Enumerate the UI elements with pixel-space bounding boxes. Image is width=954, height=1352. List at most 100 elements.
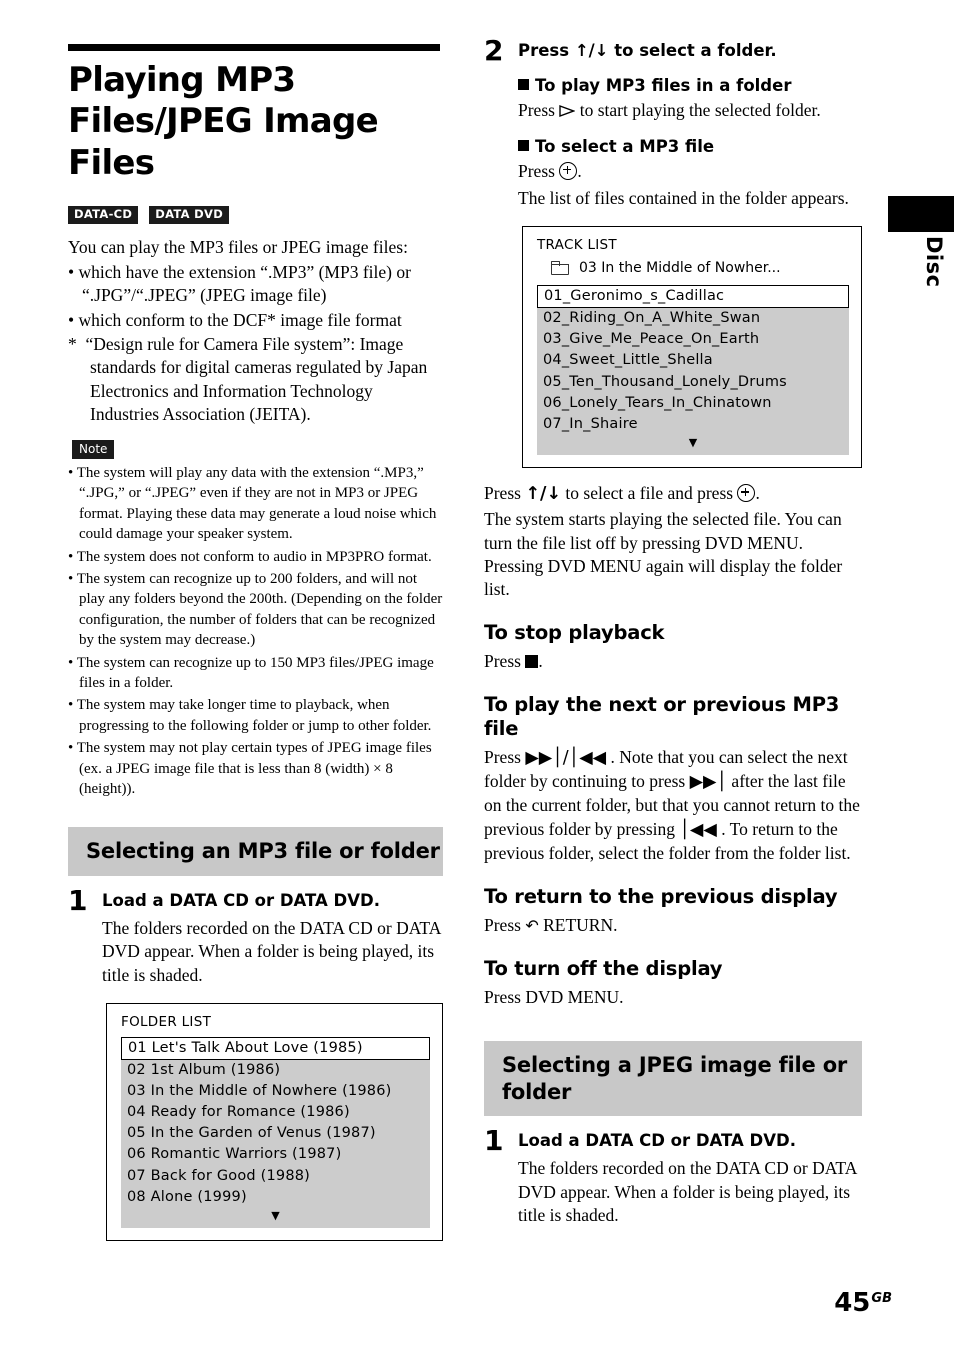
step-number: 2 <box>484 34 504 67</box>
heading-turn-off-display: To turn off the display <box>484 957 723 981</box>
step-title-prefix: Press <box>518 41 575 60</box>
bullet-square-icon <box>518 140 529 152</box>
text-after: . <box>577 160 582 181</box>
text-after: RETURN. <box>538 915 618 936</box>
section-heading-jpeg: Selecting a JPEG image file or folder <box>484 1041 862 1116</box>
return-icon: ↶ <box>525 916 539 936</box>
subhead-select-mp3-text2: The list of files contained in the folde… <box>518 187 849 208</box>
note-list: The system will play any data with the e… <box>68 463 443 799</box>
track-list-row-selected[interactable]: 01_Geronimo_s_Cadillac <box>537 285 849 309</box>
stop-icon <box>525 655 539 669</box>
text-after: . <box>755 482 760 503</box>
step-text: The folders recorded on the DATA CD or D… <box>102 917 441 985</box>
subhead-play-mp3-files: To play MP3 files in a folder <box>518 75 862 96</box>
note-item: The system can recognize up to 150 MP3 f… <box>68 653 443 694</box>
track-list-row[interactable]: 06_Lonely_Tears_In_Chinatown <box>537 393 849 414</box>
folder-list-row[interactable]: 08 Alone (1999) <box>121 1187 430 1208</box>
text-before: Press <box>518 160 560 181</box>
subhead-select-mp3-text: Press . <box>518 160 862 183</box>
thumb-tab-marker <box>888 196 954 232</box>
step-number: 1 <box>68 883 88 917</box>
track-list-row[interactable]: 02_Riding_On_A_White_Swan <box>537 308 849 329</box>
enter-button-icon <box>737 483 756 502</box>
folder-list-row[interactable]: 04 Ready for Romance (1986) <box>121 1102 430 1123</box>
subhead-play-mp3-text: Press to start playing the selected fold… <box>518 99 862 122</box>
step-title: Load a DATA CD or DATA DVD. <box>518 1130 796 1150</box>
text-after: . <box>538 651 543 672</box>
track-list-row[interactable]: 03_Give_Me_Peace_On_Earth <box>537 329 849 350</box>
subhead-select-mp3-file: To select a MP3 file <box>518 136 862 157</box>
intro-bullets: which have the extension “.MP3” (MP3 fil… <box>68 261 443 332</box>
track-list-row[interactable]: 07_In_Shaire <box>537 414 849 435</box>
to-return-text: Press ↶ RETURN. <box>484 914 862 937</box>
page-number-suffix: GB <box>871 1291 892 1306</box>
heading-return-previous-display: To return to the previous display <box>484 885 838 909</box>
mp3-step-2: 2 Press ↑/↓ to select a folder. To play … <box>484 34 862 214</box>
right-column: 2 Press ↑/↓ to select a folder. To play … <box>484 34 862 1239</box>
after-track-line1: Press ↑/↓ to select a file and press . <box>484 482 862 506</box>
folder-list-row[interactable]: 03 In the Middle of Nowhere (1986) <box>121 1081 430 1102</box>
section-heading-mp3: Selecting an MP3 file or folder <box>68 827 443 876</box>
folder-list-caption: FOLDER LIST <box>121 1013 212 1030</box>
intro-footnote: * “Design rule for Camera File system”: … <box>68 333 428 424</box>
text-1: Press <box>484 746 526 767</box>
to-next-prev-text: Press ▶▶│/│◀◀ . Note that you can select… <box>484 746 862 865</box>
to-turn-off-text: Press DVD MENU. <box>484 987 624 1008</box>
next-icon: ▶▶│ <box>689 772 728 793</box>
scroll-down-arrow-icon[interactable]: ▼ <box>537 435 849 453</box>
scroll-down-arrow-icon[interactable]: ▼ <box>121 1208 430 1226</box>
heading-to-stop-playback: To stop playback <box>484 621 665 645</box>
step-title-suffix: to select a folder. <box>608 41 777 60</box>
step-number: 1 <box>484 1123 504 1157</box>
folder-list-rows: 01 Let's Talk About Love (1985) 02 1st A… <box>121 1036 430 1228</box>
page-number-value: 45 <box>834 1288 871 1318</box>
text-after: to start playing the selected folder. <box>575 99 821 120</box>
previous-icon: │◀◀ <box>679 819 717 840</box>
folder-list-row[interactable]: 02 1st Album (1986) <box>121 1060 430 1081</box>
folder-list-row[interactable]: 05 In the Garden of Venus (1987) <box>121 1123 430 1144</box>
text-before: Press <box>484 915 526 936</box>
title-rule <box>68 44 440 51</box>
subhead-label: To select a MP3 file <box>535 137 715 157</box>
jpeg-step-1: 1 Load a DATA CD or DATA DVD. The folder… <box>484 1123 862 1231</box>
heading-next-previous-mp3: To play the next or previous MP3 file <box>484 693 840 741</box>
badge-data-cd: DATA-CD <box>68 206 139 224</box>
note-item: The system may not play certain types of… <box>68 738 443 799</box>
intro-bullet-1: which have the extension “.MP3” (MP3 fil… <box>68 261 443 308</box>
folder-list-row[interactable]: 07 Back for Good (1988) <box>121 1166 430 1187</box>
folder-list-row[interactable]: 06 Romantic Warriors (1987) <box>121 1144 430 1165</box>
intro-lead: You can play the MP3 files or JPEG image… <box>68 236 408 257</box>
track-list-screen: TRACK LIST 03 In the Middle of Nowher...… <box>522 226 862 468</box>
media-badges: DATA-CD DATA DVD <box>68 206 443 224</box>
mp3-step-1: 1 Load a DATA CD or DATA DVD. The folder… <box>68 883 443 991</box>
text-mid: to select a file and press <box>561 482 738 503</box>
note-item: The system can recognize up to 200 folde… <box>68 569 443 651</box>
to-stop-text: Press . <box>484 650 862 673</box>
track-list-row[interactable]: 05_Ten_Thousand_Lonely_Drums <box>537 372 849 393</box>
play-icon <box>559 101 576 117</box>
bullet-square-icon <box>518 79 529 91</box>
step-title: Load a DATA CD or DATA DVD. <box>102 890 380 910</box>
step-text: The folders recorded on the DATA CD or D… <box>518 1158 857 1225</box>
track-list-rows: 01_Geronimo_s_Cadillac 02_Riding_On_A_Wh… <box>537 285 849 455</box>
updown-arrows-icon: ↑/↓ <box>574 41 609 60</box>
track-list-row[interactable]: 04_Sweet_Little_Shella <box>537 350 849 371</box>
note-item: The system will play any data with the e… <box>68 463 443 545</box>
page-title: Playing MP3 Files/JPEG Image Files <box>68 60 379 183</box>
folder-line-label: 03 In the Middle of Nowher... <box>579 260 781 277</box>
folder-icon <box>551 261 569 276</box>
updown-arrows-icon: ↑/↓ <box>525 483 562 504</box>
text-before: Press <box>518 99 560 120</box>
track-list-folder-line: 03 In the Middle of Nowher... <box>551 260 849 276</box>
badge-data-dvd: DATA DVD <box>149 206 230 224</box>
note-item: The system does not conform to audio in … <box>68 547 443 567</box>
folder-list-row-selected[interactable]: 01 Let's Talk About Love (1985) <box>121 1036 430 1060</box>
text-before: Press <box>484 651 526 672</box>
left-column: Playing MP3 Files/JPEG Image Files DATA-… <box>68 44 443 1241</box>
thumb-tab-label: Disc <box>922 236 946 288</box>
page-number: 45GB <box>834 1290 892 1316</box>
track-list-caption: TRACK LIST <box>537 237 617 254</box>
step-title: Press ↑/↓ to select a folder. <box>518 40 862 61</box>
note-item: The system may take longer time to playb… <box>68 695 443 736</box>
note-badge: Note <box>72 440 115 460</box>
